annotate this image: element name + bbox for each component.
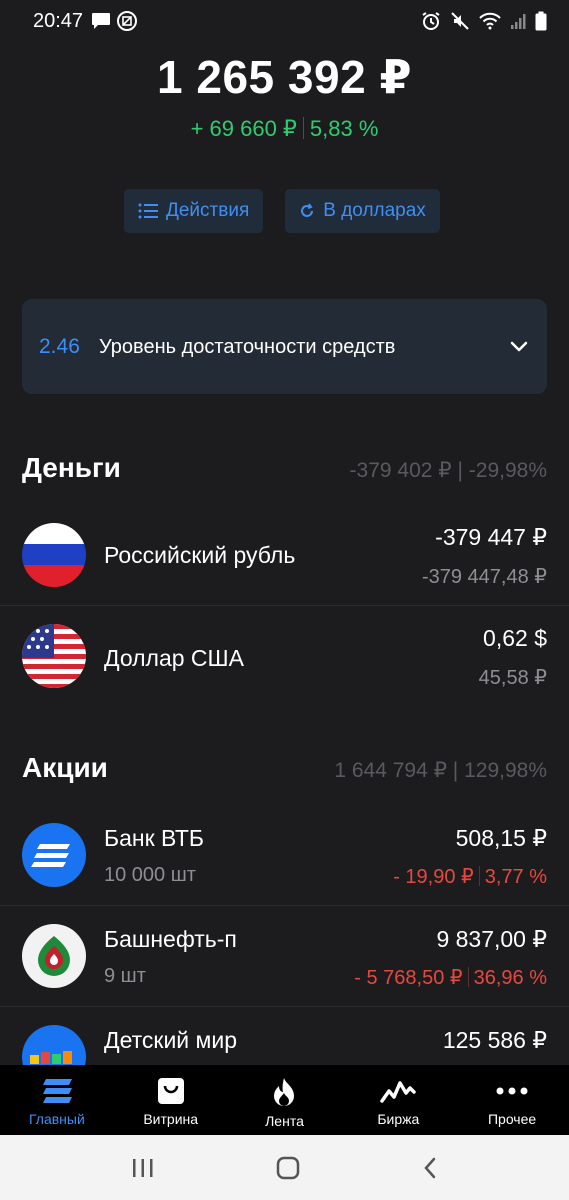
money-section-title: Деньги	[22, 452, 121, 483]
nav-label: Биржа	[377, 1111, 420, 1127]
stock-price: 125 586 ₽	[442, 1027, 547, 1053]
stock-change-absolute: - 5 768,50 ₽	[354, 967, 463, 989]
russia-flag-icon	[22, 523, 86, 587]
chevron-down-icon	[510, 341, 528, 351]
home-button-icon[interactable]	[276, 1156, 300, 1180]
stock-quantity: 10 000 шт	[104, 864, 196, 886]
portfolio-total: 1 265 392 ₽	[157, 51, 412, 103]
money-section-header: Деньги -379 402 ₽ | -29,98%	[22, 452, 547, 484]
header-actions: Действия В долларах	[124, 189, 440, 233]
stocks-section-title: Акции	[22, 752, 108, 783]
change-separator	[467, 967, 469, 987]
battery-icon	[535, 11, 547, 31]
stocks-section-summary: 1 644 794 ₽ | 129,98%	[334, 759, 547, 782]
change-separator	[478, 866, 480, 886]
shopping-bag-icon	[157, 1078, 184, 1104]
alarm-icon	[422, 12, 440, 30]
detmir-logo-icon	[22, 1025, 86, 1065]
list-item[interactable]: Российский рубль -379 447 ₽ -379 447,48 …	[0, 505, 569, 605]
home-stack-icon	[42, 1079, 72, 1103]
bashneft-logo-icon	[22, 924, 86, 988]
stock-change-percent: 36,96 %	[473, 967, 547, 989]
stock-name: Банк ВТБ	[104, 825, 204, 851]
currency-value: 0,62 $	[483, 625, 547, 651]
list-icon	[138, 203, 158, 219]
list-item[interactable]: Банк ВТБ 10 000 шт 508,15 ₽ - 19,90 ₽ 3,7…	[0, 805, 569, 905]
vtb-logo-icon	[22, 823, 86, 887]
chart-pulse-icon	[380, 1081, 417, 1103]
nav-item-showcase[interactable]: Витрина	[114, 1065, 228, 1135]
gain-percent: 5,83 %	[309, 116, 379, 141]
nav-item-exchange[interactable]: Биржа	[341, 1065, 455, 1135]
signal-icon	[511, 14, 526, 29]
currency-value-rub: -379 447,48 ₽	[421, 566, 547, 588]
actions-button-label: Действия	[166, 200, 250, 221]
nav-item-feed[interactable]: Лента	[228, 1065, 342, 1135]
dollars-button-label: В долларах	[323, 200, 426, 221]
actions-button[interactable]: Действия	[124, 189, 264, 233]
bottom-navigation: Главный Витрина Лента Биржа Прочее	[0, 1065, 569, 1135]
refresh-icon	[301, 203, 314, 217]
stock-change-absolute: - 19,90 ₽	[393, 866, 474, 888]
message-icon	[92, 13, 111, 29]
list-item[interactable]: Детский мир 125 586 ₽	[0, 1007, 569, 1065]
stock-change: - 19,90 ₽ 3,77 %	[393, 864, 547, 889]
nav-item-more[interactable]: Прочее	[455, 1065, 569, 1135]
wifi-icon	[479, 12, 501, 30]
nav-label: Главный	[28, 1111, 85, 1127]
more-dots-icon	[496, 1087, 528, 1095]
currency-name: Доллар США	[104, 645, 244, 671]
list-item[interactable]: Башнефть-п 9 шт 9 837,00 ₽ - 5 768,50 ₽ 3…	[0, 906, 569, 1006]
nav-label: Витрина	[143, 1111, 199, 1127]
stock-price: 9 837,00 ₽	[436, 926, 547, 952]
stock-name: Детский мир	[104, 1027, 237, 1053]
stock-change: - 5 768,50 ₽ 36,96 %	[354, 965, 547, 990]
nav-item-home[interactable]: Главный	[0, 1065, 114, 1135]
gain-absolute: + 69 660 ₽	[190, 116, 297, 141]
nav-label: Лента	[265, 1113, 304, 1129]
stock-change-percent: 3,77 %	[484, 866, 547, 888]
nav-label: Прочее	[487, 1111, 537, 1127]
flame-icon	[274, 1078, 295, 1106]
currency-value-rub: 45,58 ₽	[478, 667, 547, 689]
sufficiency-card[interactable]: 2.46 Уровень достаточности средств	[22, 299, 547, 394]
stock-name: Башнефть-п	[104, 926, 237, 952]
stock-quantity: 9 шт	[104, 965, 146, 987]
currency-value: -379 447 ₽	[435, 524, 547, 550]
system-navigation-bar	[0, 1135, 569, 1200]
app-notification-icon	[117, 11, 138, 31]
dollars-button[interactable]: В долларах	[285, 189, 440, 233]
sufficiency-value: 2.46	[39, 334, 80, 358]
currency-name: Российский рубль	[104, 542, 296, 568]
stocks-section-header: Акции 1 644 794 ₽ | 129,98%	[22, 752, 547, 784]
portfolio-gain: + 69 660 ₽ 5,83 %	[0, 116, 569, 142]
stock-price: 508,15 ₽	[455, 825, 547, 851]
status-bar: 20:47	[0, 0, 569, 42]
usa-flag-icon	[22, 624, 86, 688]
list-item[interactable]: Доллар США 0,62 $ 45,58 ₽	[0, 606, 569, 706]
gain-separator	[302, 117, 304, 139]
mute-icon	[451, 12, 469, 30]
recent-apps-icon[interactable]	[131, 1157, 155, 1179]
back-icon[interactable]	[422, 1156, 438, 1180]
sufficiency-label: Уровень достаточности средств	[99, 335, 396, 358]
status-time: 20:47	[33, 9, 84, 32]
money-section-summary: -379 402 ₽ | -29,98%	[349, 459, 547, 482]
